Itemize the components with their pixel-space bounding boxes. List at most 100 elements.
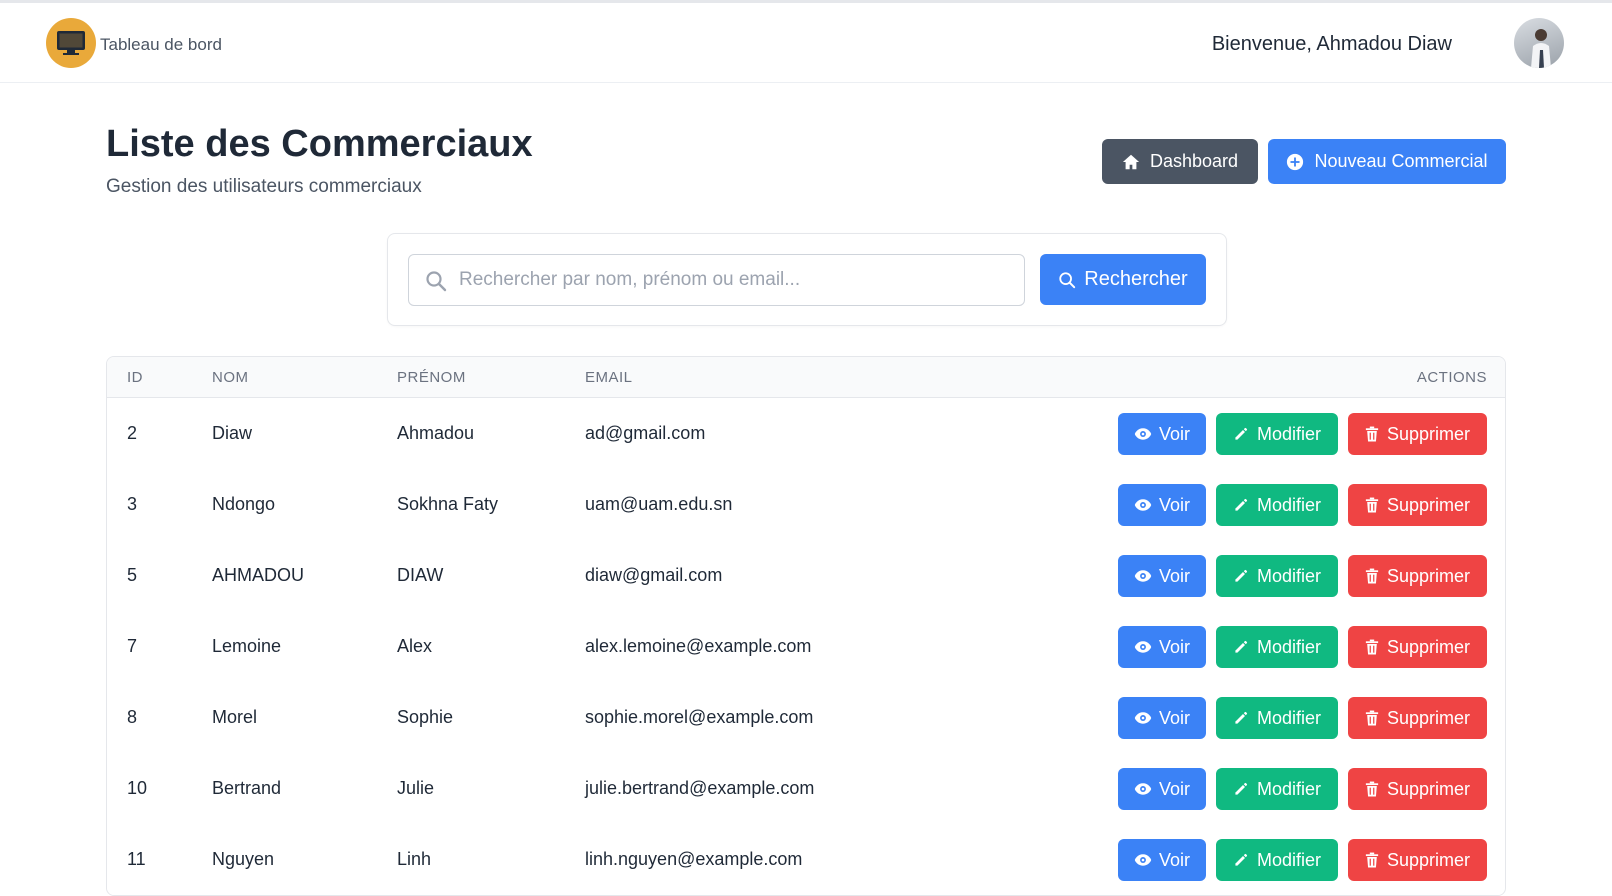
column-header-prenom: PRÉNOM	[397, 369, 466, 386]
row-actions: Voir Modifier Supprimer	[1118, 839, 1487, 881]
edit-button-label: Modifier	[1256, 636, 1322, 657]
column-header-nom: NOM	[212, 369, 249, 386]
delete-button-label: Supprimer	[1386, 849, 1471, 870]
pencil-icon	[1235, 711, 1248, 724]
pencil-icon	[1235, 853, 1248, 866]
edit-button[interactable]: Modifier	[1216, 626, 1338, 668]
view-button-label: Voir	[1158, 707, 1191, 728]
edit-button-label: Modifier	[1256, 849, 1322, 870]
delete-button-label: Supprimer	[1386, 423, 1471, 444]
trash-icon	[1365, 568, 1379, 584]
eye-icon	[1134, 570, 1152, 582]
view-button-label: Voir	[1158, 423, 1191, 444]
delete-button[interactable]: Supprimer	[1348, 626, 1487, 668]
pencil-icon	[1235, 640, 1248, 653]
cell-nom: AHMADOU	[212, 565, 305, 585]
search-field[interactable]	[408, 254, 1025, 306]
trash-icon	[1365, 781, 1379, 797]
cell-prenom: Julie	[397, 778, 435, 798]
edit-button[interactable]: Modifier	[1216, 697, 1338, 739]
cell-nom: Nguyen	[212, 849, 275, 869]
cell-email: uam@uam.edu.sn	[585, 494, 733, 514]
edit-button[interactable]: Modifier	[1216, 768, 1338, 810]
eye-icon	[1134, 783, 1152, 795]
cell-id: 2	[127, 423, 138, 443]
cell-id: 11	[127, 849, 146, 869]
eye-icon	[1134, 854, 1152, 866]
delete-button[interactable]: Supprimer	[1348, 484, 1487, 526]
search-icon	[426, 271, 447, 292]
table-header: ID NOM PRÉNOM EMAIL ACTIONS	[107, 357, 1505, 398]
delete-button-label: Supprimer	[1386, 494, 1471, 515]
view-button[interactable]: Voir	[1118, 768, 1206, 810]
cell-nom: Morel	[212, 707, 258, 727]
edit-button[interactable]: Modifier	[1216, 413, 1338, 455]
view-button[interactable]: Voir	[1118, 484, 1206, 526]
home-icon	[1122, 154, 1140, 169]
view-button[interactable]: Voir	[1118, 413, 1206, 455]
plus-circle-icon	[1287, 153, 1304, 170]
cell-prenom: Alex	[397, 636, 433, 656]
cell-id: 7	[127, 636, 138, 656]
commercials-table: ID NOM PRÉNOM EMAIL ACTIONS 2 Diaw Ahmad…	[106, 356, 1506, 896]
cell-email: diaw@gmail.com	[585, 565, 723, 585]
view-button[interactable]: Voir	[1118, 839, 1206, 881]
search-input[interactable]	[459, 255, 1019, 305]
page-title: Liste des Commerciaux	[106, 123, 533, 165]
table-row: 2 Diaw Ahmadou ad@gmail.com Voir Modifie…	[107, 398, 1505, 471]
edit-button[interactable]: Modifier	[1216, 555, 1338, 597]
cell-email: ad@gmail.com	[585, 423, 706, 443]
cell-prenom: Sophie	[397, 707, 454, 727]
edit-button-label: Modifier	[1256, 778, 1322, 799]
row-actions: Voir Modifier Supprimer	[1118, 626, 1487, 668]
delete-button[interactable]: Supprimer	[1348, 697, 1487, 739]
view-button[interactable]: Voir	[1118, 697, 1206, 739]
edit-button-label: Modifier	[1256, 494, 1322, 515]
dashboard-button[interactable]: Dashboard	[1102, 139, 1258, 184]
delete-button[interactable]: Supprimer	[1348, 768, 1487, 810]
cell-id: 8	[127, 707, 138, 727]
view-button-label: Voir	[1158, 565, 1191, 586]
edit-button-label: Modifier	[1256, 707, 1322, 728]
delete-button-label: Supprimer	[1386, 707, 1471, 728]
delete-button-label: Supprimer	[1386, 636, 1471, 657]
trash-icon	[1365, 710, 1379, 726]
view-button[interactable]: Voir	[1118, 555, 1206, 597]
edit-button[interactable]: Modifier	[1216, 839, 1338, 881]
delete-button[interactable]: Supprimer	[1348, 839, 1487, 881]
edit-button[interactable]: Modifier	[1216, 484, 1338, 526]
trash-icon	[1365, 426, 1379, 442]
table-row: 8 Morel Sophie sophie.morel@example.com …	[107, 682, 1505, 755]
trash-icon	[1365, 639, 1379, 655]
delete-button-label: Supprimer	[1386, 778, 1471, 799]
row-actions: Voir Modifier Supprimer	[1118, 768, 1487, 810]
cell-nom: Lemoine	[212, 636, 282, 656]
search-button[interactable]: Rechercher	[1040, 254, 1206, 305]
cell-email: sophie.morel@example.com	[585, 707, 814, 727]
table-row: 10 Bertrand Julie julie.bertrand@example…	[107, 753, 1505, 826]
user-avatar[interactable]	[1514, 18, 1564, 68]
row-actions: Voir Modifier Supprimer	[1118, 555, 1487, 597]
view-button-label: Voir	[1158, 849, 1191, 870]
pencil-icon	[1235, 498, 1248, 511]
view-button-label: Voir	[1158, 636, 1191, 657]
pencil-icon	[1235, 569, 1248, 582]
delete-button[interactable]: Supprimer	[1348, 413, 1487, 455]
row-actions: Voir Modifier Supprimer	[1118, 413, 1487, 455]
pencil-icon	[1235, 782, 1248, 795]
pencil-icon	[1235, 427, 1248, 440]
eye-icon	[1134, 499, 1152, 511]
cell-email: alex.lemoine@example.com	[585, 636, 812, 656]
brand-logo[interactable]	[46, 18, 96, 68]
trash-icon	[1365, 497, 1379, 513]
column-header-actions: ACTIONS	[1416, 369, 1487, 386]
row-actions: Voir Modifier Supprimer	[1118, 697, 1487, 739]
column-header-id: ID	[127, 369, 143, 386]
edit-button-label: Modifier	[1256, 565, 1322, 586]
view-button[interactable]: Voir	[1118, 626, 1206, 668]
cell-prenom: DIAW	[397, 565, 444, 585]
brand-link[interactable]: Tableau de bord	[100, 35, 222, 55]
delete-button[interactable]: Supprimer	[1348, 555, 1487, 597]
cell-id: 3	[127, 494, 138, 514]
new-commercial-button[interactable]: Nouveau Commercial	[1268, 139, 1506, 184]
